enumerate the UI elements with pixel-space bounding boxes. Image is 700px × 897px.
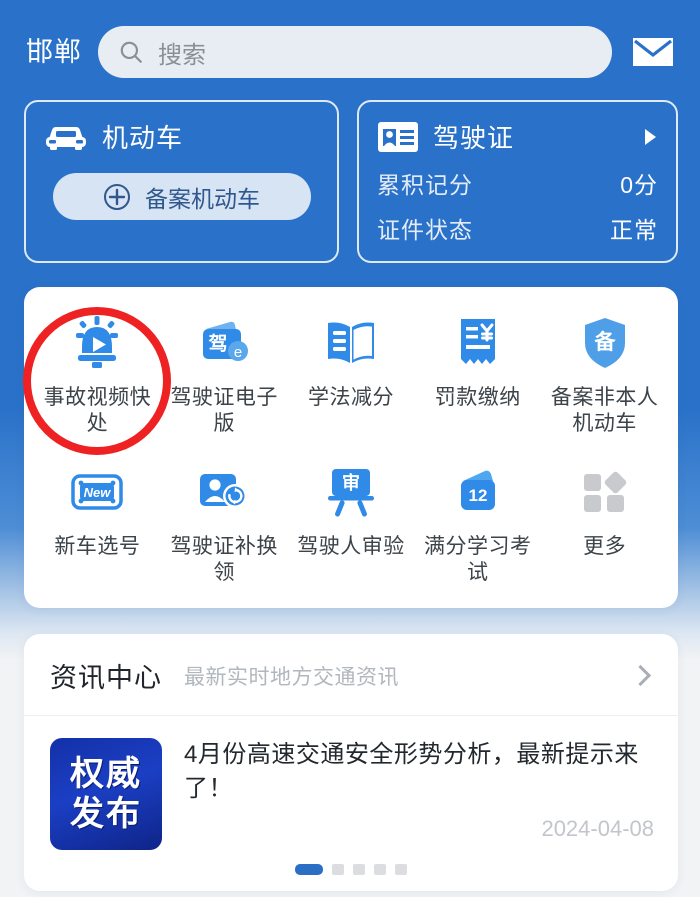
service-label: 新车选号 (54, 534, 141, 558)
news-center-title: 资讯中心 (50, 663, 162, 693)
search-icon (120, 41, 142, 63)
license-points-value: 0分 (620, 172, 658, 198)
license-card[interactable]: 驾驶证 累积记分 0分 证件状态 正常 (357, 100, 678, 263)
license-wallet-icon: 驾 e (196, 313, 252, 373)
receipt-yuan-icon (453, 313, 503, 373)
service-license-renewal[interactable]: 驾驶证补换领 (161, 462, 288, 587)
service-label: 备案非本人机动车 (550, 386, 659, 436)
license-status-label: 证件状态 (377, 217, 473, 243)
news-center-subtitle: 最新实时地方交通资讯 (184, 665, 399, 689)
plus-circle-icon (104, 183, 130, 210)
services-grid: 事故视频快处 驾 e 驾驶证电子版 学法减分 罚款缴纳 备 备案非本人机动车 N… (23, 287, 678, 608)
calendar-12-icon: 12 (452, 462, 504, 522)
service-label: 更多 (583, 534, 627, 558)
car-icon (46, 126, 86, 150)
news-thumbnail: 权威 发布 (50, 738, 162, 850)
app-root: 邯郸 搜索 机动车 备案机动车 驾驶证 累积记分 0分 证件状态 正常 事故视频… (0, 0, 700, 897)
svg-text:备: 备 (593, 330, 616, 354)
open-book-icon (324, 313, 378, 373)
chevron-right-icon (629, 664, 652, 687)
service-accident-video[interactable]: 事故视频快处 (23, 307, 172, 455)
news-pagination[interactable] (24, 850, 678, 891)
service-record-other-vehicle[interactable]: 备 备案非本人机动车 (541, 313, 668, 438)
mail-button[interactable] (628, 27, 678, 77)
board-shen-icon: 审 (323, 462, 379, 522)
service-new-plate[interactable]: New 新车选号 (34, 462, 161, 587)
license-points-label: 累积记分 (377, 172, 473, 198)
chevron-right-icon (645, 128, 656, 145)
search-placeholder: 搜索 (158, 41, 206, 69)
app-header: 邯郸 搜索 (0, 0, 700, 78)
news-thumbnail-line1: 权威 (70, 755, 142, 793)
service-label: 学法减分 (307, 386, 394, 409)
service-driver-review[interactable]: 审 驾驶人审验 (288, 462, 415, 587)
svg-text:New: New (84, 485, 112, 500)
siren-play-icon (68, 313, 126, 373)
id-card-icon (378, 121, 418, 152)
news-headline: 4月份高速交通安全形势分析，最新提示来了！ (184, 741, 639, 803)
search-input[interactable]: 搜索 (98, 26, 612, 78)
license-card-header: 驾驶证 (377, 118, 658, 155)
record-vehicle-label: 备案机动车 (145, 185, 260, 212)
news-date: 2024-04-08 (541, 816, 654, 841)
license-status-row: 证件状态 正常 (377, 211, 658, 245)
new-plate-icon: New (69, 462, 125, 522)
service-label: 驾驶证电子版 (170, 386, 278, 436)
pagination-dot[interactable] (353, 864, 365, 875)
news-item[interactable]: 权威 发布 4月份高速交通安全形势分析，最新提示来了！ 2024-04-08 (24, 716, 678, 850)
vehicle-card[interactable]: 机动车 备案机动车 (24, 100, 339, 263)
service-more[interactable]: 更多 (541, 462, 668, 587)
vehicle-card-header: 机动车 (44, 118, 319, 155)
services-row-2: New 新车选号 驾驶证补换领 审 驾驶人审验 12 满分学习考试 更多 (34, 462, 668, 587)
service-label: 驾驶证补换领 (170, 534, 278, 584)
mail-icon (633, 38, 673, 66)
person-refresh-icon (196, 462, 252, 522)
service-study-points[interactable]: 学法减分 (288, 313, 415, 438)
record-vehicle-button[interactable]: 备案机动车 (52, 173, 311, 220)
news-item-text: 4月份高速交通安全形势分析，最新提示来了！ 2024-04-08 (184, 738, 654, 850)
news-thumbnail-line2: 发布 (70, 795, 142, 833)
shield-bei-icon: 备 (580, 313, 630, 373)
license-points-row: 累积记分 0分 (377, 166, 658, 200)
service-label: 罚款缴纳 (434, 386, 521, 409)
pagination-dot[interactable] (395, 864, 407, 875)
svg-text:e: e (234, 344, 242, 361)
svg-text:审: 审 (342, 472, 360, 493)
pagination-dot[interactable] (374, 864, 386, 875)
svg-text:12: 12 (468, 486, 487, 505)
vehicle-card-title: 机动车 (102, 123, 184, 153)
summary-cards: 机动车 备案机动车 驾驶证 累积记分 0分 证件状态 正常 (0, 78, 700, 263)
pagination-dot[interactable] (332, 864, 344, 875)
license-status-value: 正常 (610, 217, 658, 243)
more-squares-icon (580, 462, 630, 522)
service-label: 满分学习考试 (424, 534, 532, 584)
news-center-card: 资讯中心 最新实时地方交通资讯 权威 发布 4月份高速交通安全形势分析，最新提示… (24, 634, 678, 891)
service-pay-fine[interactable]: 罚款缴纳 (414, 313, 541, 438)
service-full-points-exam[interactable]: 12 满分学习考试 (414, 462, 541, 587)
service-label: 事故视频快处 (43, 386, 152, 436)
city-selector[interactable]: 邯郸 (26, 38, 82, 66)
services-row-1: 事故视频快处 驾 e 驾驶证电子版 学法减分 罚款缴纳 备 备案非本人机动车 (23, 307, 668, 455)
license-card-title: 驾驶证 (433, 123, 515, 153)
news-center-header[interactable]: 资讯中心 最新实时地方交通资讯 (24, 634, 678, 716)
service-e-license[interactable]: 驾 e 驾驶证电子版 (161, 313, 288, 438)
service-label: 驾驶人审验 (297, 534, 405, 558)
svg-text:驾: 驾 (209, 332, 228, 355)
pagination-dot[interactable] (295, 864, 323, 875)
page-content: 邯郸 搜索 机动车 备案机动车 驾驶证 累积记分 0分 证件状态 正常 事故视频… (0, 0, 700, 891)
